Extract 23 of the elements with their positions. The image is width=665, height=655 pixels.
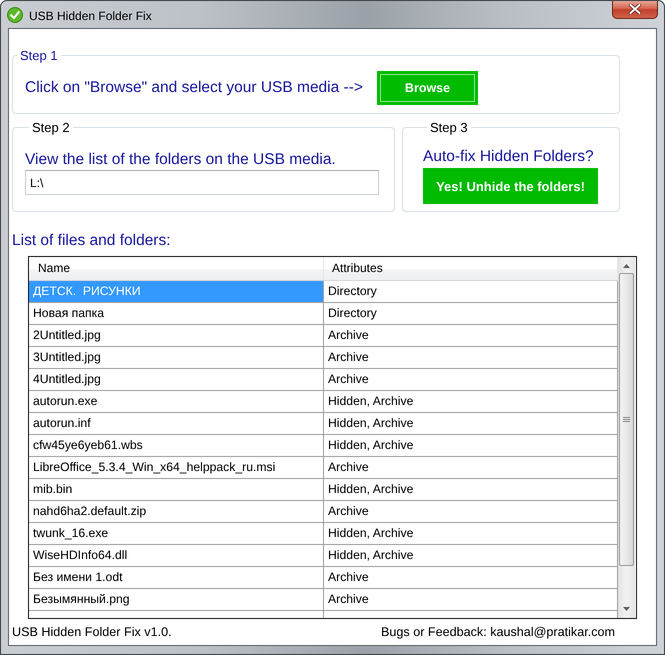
check-badge-icon (7, 7, 23, 23)
close-icon (629, 4, 641, 14)
scroll-up-icon[interactable] (623, 264, 630, 268)
window-title: USB Hidden Folder Fix (29, 9, 152, 23)
scrollbar[interactable] (618, 257, 635, 618)
table-cell: Archive (324, 589, 618, 611)
close-button[interactable] (612, 1, 658, 19)
column-header[interactable]: Name (29, 257, 324, 280)
instruction-text: Click on "Browse" and select your USB media --> (25, 79, 364, 97)
path-field[interactable]: L:\ (25, 170, 379, 195)
table-cell: Безымянный.png (29, 589, 324, 611)
group-label: Step 2 (31, 120, 71, 135)
group-label: Step 1 (19, 48, 59, 63)
version-text: USB Hidden Folder Fix v1.0. (12, 624, 172, 640)
group-label: Step 3 (429, 120, 469, 135)
instruction-text: View the list of the folders on the USB media. (25, 151, 337, 169)
feedback-text: Bugs or Feedback: kaushal@pratikar.com (381, 624, 615, 640)
list-heading: List of files and folders: (12, 231, 171, 250)
scrollbar-thumb[interactable] (619, 273, 634, 566)
grip-icon (623, 417, 630, 422)
table-cell: ДЕТСК. РИСУНКИ (29, 281, 324, 303)
instruction-text: Auto-fix Hidden Folders? (423, 148, 595, 166)
scroll-down-icon[interactable] (623, 607, 630, 611)
